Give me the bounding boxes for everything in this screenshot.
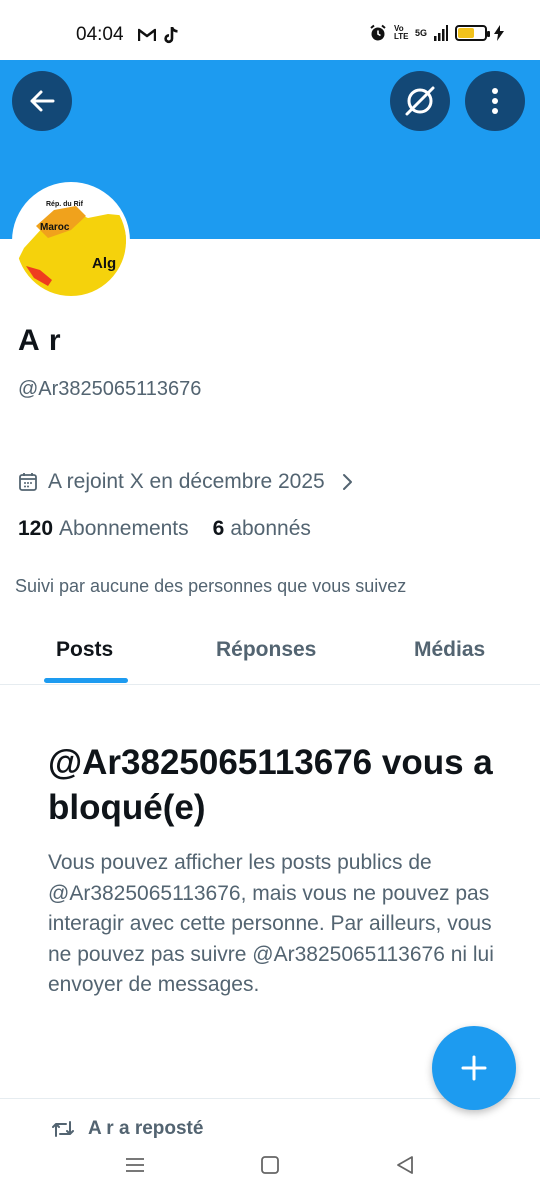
tab-posts[interactable]: Posts [56, 638, 113, 662]
followers-label: abonnés [230, 517, 311, 540]
followers-count: 6 [212, 517, 225, 540]
battery-icon [455, 25, 490, 41]
following-label: Abonnements [59, 517, 189, 540]
compose-button[interactable] [432, 1026, 516, 1110]
joined-date[interactable]: A rejoint X en décembre 2025 [18, 470, 353, 494]
active-tab-indicator [44, 678, 128, 683]
calendar-icon [19, 473, 37, 491]
repost-label: A r a reposté [88, 1118, 204, 1139]
following-link[interactable]: 120 Abonnements [18, 517, 189, 541]
back-nav-icon[interactable] [394, 1154, 416, 1176]
gmail-icon [138, 28, 156, 41]
grok-button[interactable] [390, 71, 450, 131]
home-icon[interactable] [259, 1154, 281, 1176]
profile-tabs: Posts Réponses Médias [0, 620, 540, 685]
volte-indicator: Vo LTE [393, 24, 409, 41]
status-system-icons: Vo LTE 5G [369, 24, 504, 42]
followed-by-text: Suivi par aucune des personnes que vous … [15, 576, 407, 596]
tiktok-icon [164, 26, 178, 44]
plus-icon [461, 1055, 487, 1081]
arrow-left-icon [30, 90, 55, 112]
display-name: A r [18, 324, 62, 357]
following-count: 120 [18, 517, 54, 540]
network-5g-indicator: 5G [414, 28, 427, 38]
blocked-message: Vous pouvez afficher les posts publics d… [48, 851, 494, 996]
signal-icon [434, 25, 448, 41]
system-nav-bar [0, 1140, 540, 1199]
followers-link[interactable]: 6 abonnés [213, 517, 311, 541]
recent-apps-icon[interactable] [124, 1154, 146, 1176]
avatar-map-label-maroc: Maroc [40, 222, 70, 233]
profile-handle: @Ar3825065113676 [18, 378, 202, 400]
blocked-title: @Ar3825065113676 vous a bloqué(e) [48, 743, 493, 827]
chevron-right-icon [342, 474, 352, 490]
avatar[interactable]: Rép. du Rif Maroc Alg [12, 182, 130, 300]
status-time: 04:04 [76, 24, 124, 45]
tab-media[interactable]: Médias [414, 638, 485, 662]
status-notification-icons [138, 26, 180, 44]
more-options-button[interactable] [465, 71, 525, 131]
joined-label: A rejoint X en décembre 2025 [48, 470, 325, 493]
avatar-map-label-alg: Alg [92, 255, 116, 272]
avatar-map-image: Rép. du Rif Maroc Alg [16, 186, 126, 296]
follow-stats: 120 Abonnements 6 abonnés [18, 517, 311, 541]
alarm-icon [370, 24, 386, 41]
repost-indicator: A r a reposté [52, 1118, 203, 1140]
more-vertical-icon [492, 88, 498, 114]
avatar-map-label-rif: Rép. du Rif [46, 201, 84, 208]
status-bar: 04:04 Vo LTE 5G [0, 0, 540, 60]
repost-icon [52, 1121, 74, 1137]
charging-icon [494, 25, 504, 41]
back-button[interactable] [12, 71, 72, 131]
grok-icon [405, 86, 435, 116]
tab-replies[interactable]: Réponses [216, 638, 316, 662]
